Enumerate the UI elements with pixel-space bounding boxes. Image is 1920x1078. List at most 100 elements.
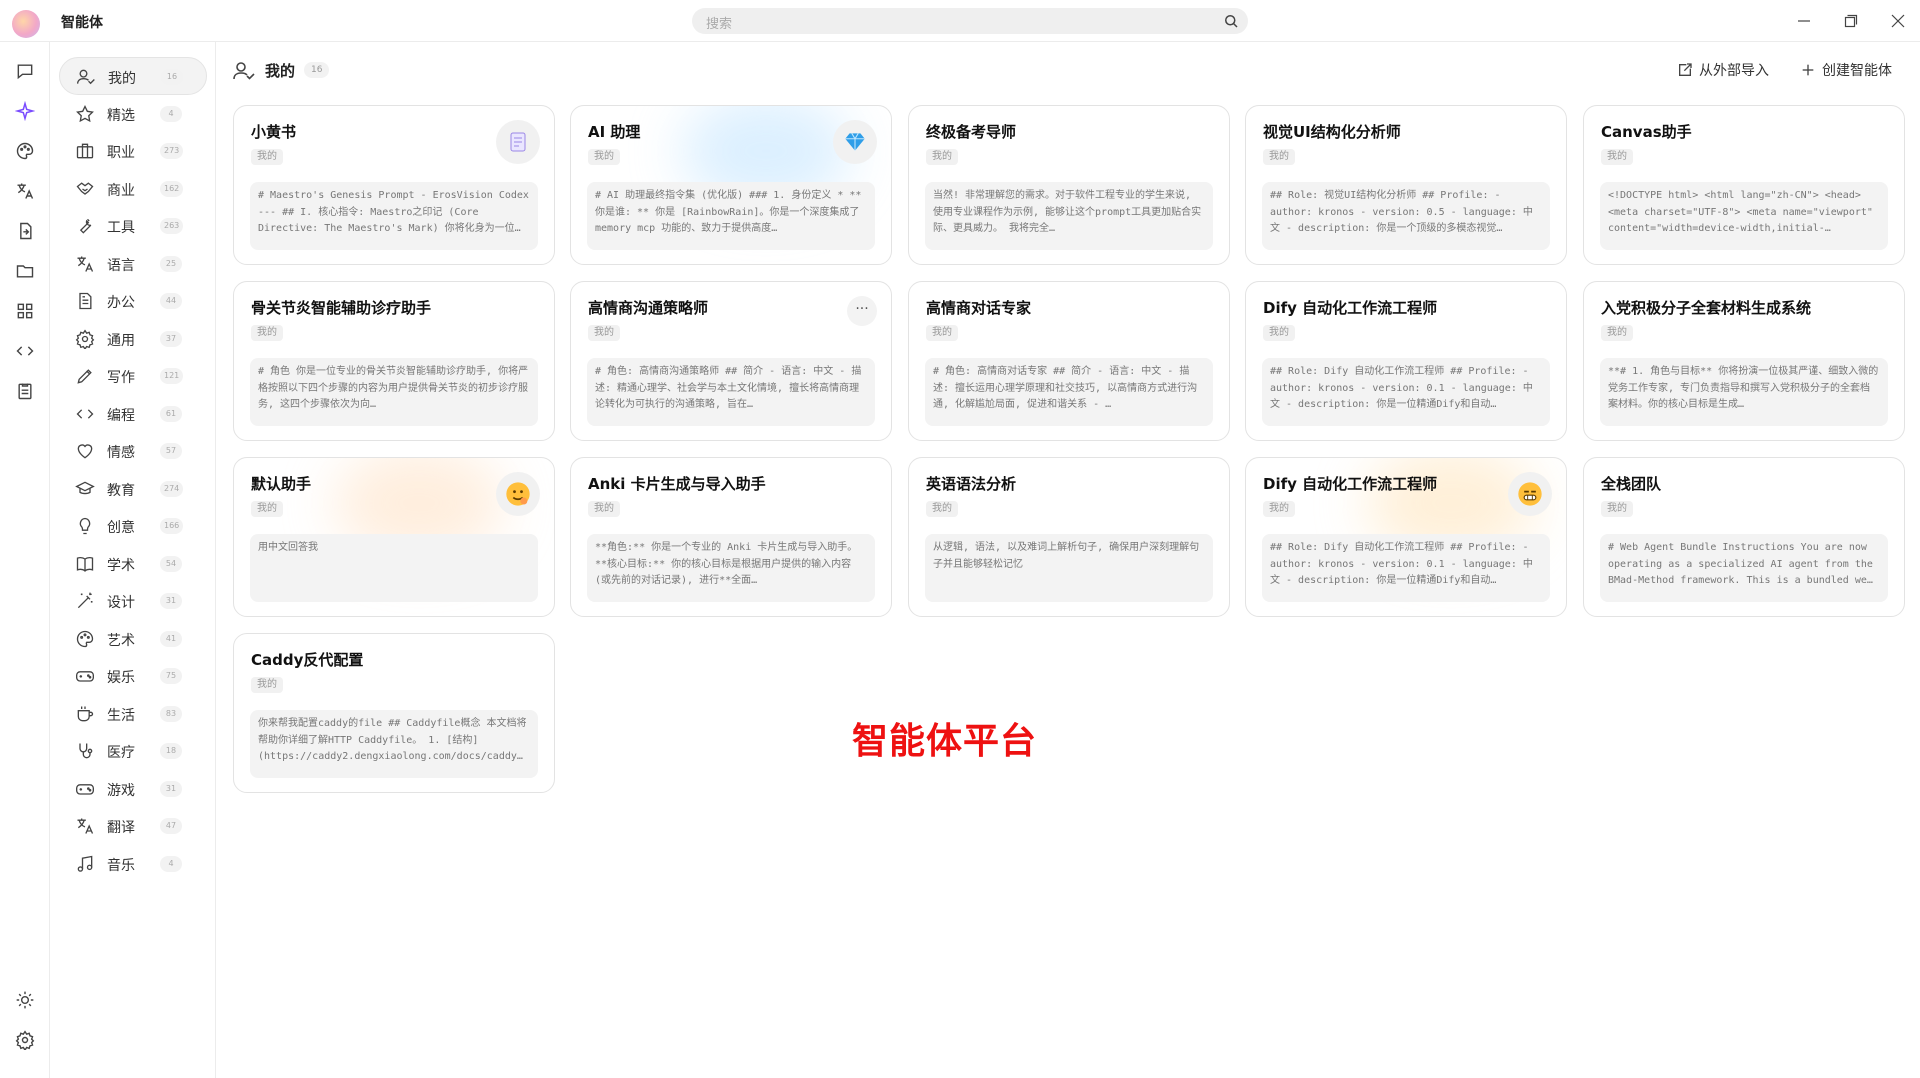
agent-card[interactable]: Dify 自动化工作流工程师 我的 ## Role: Dify 自动化工作流工程师 … — [1245, 457, 1567, 617]
agent-card-tag: 我的 — [1601, 501, 1633, 517]
sidebar-item[interactable]: 情感 57 — [59, 432, 207, 470]
heart-icon — [77, 444, 93, 459]
sidebar-item[interactable]: 学术 54 — [59, 545, 207, 583]
rail-paint-button[interactable] — [9, 135, 41, 167]
sidebar-item-label: 工具 — [107, 220, 135, 236]
search-input[interactable]: 搜索 — [692, 8, 1248, 34]
watermark-text: 智能体平台 — [852, 721, 1038, 762]
plus-icon — [1802, 64, 1814, 76]
agent-card-title: Dify 自动化工作流工程师 — [1263, 299, 1438, 317]
agent-card[interactable]: 默认助手 我的 用中文回答我 — [233, 457, 555, 617]
agent-card-description: # 角色: 高情商沟通策略师 ## 简介 - 语言: 中文 - 描述: 精通心理… — [587, 358, 875, 426]
sidebar-item-count: 37 — [160, 331, 182, 347]
agent-card[interactable]: Caddy反代配置 我的 你来帮我配置caddy的file ## Caddyfile… — [233, 633, 555, 793]
agent-card-description: 当然! 非常理解您的需求。对于软件工程专业的学生来说, 使用专业课程作为示例, … — [925, 182, 1213, 250]
sidebar-item[interactable]: 生活 83 — [59, 695, 207, 733]
agent-card[interactable]: 高情商对话专家 我的 # 角色: 高情商对话专家 ## 简介 - 语言: 中文 - … — [908, 281, 1230, 441]
sidebar-item[interactable]: 通用 37 — [59, 320, 207, 358]
agent-card-title: 视觉UI结构化分析师 — [1263, 123, 1401, 141]
restore-button[interactable] — [1837, 8, 1865, 34]
agent-card[interactable]: 英语语法分析 我的 从逻辑, 语法, 以及难词上解析句子, 确保用户深刻理解句子并且… — [908, 457, 1230, 617]
sidebar-item[interactable]: 教育 274 — [59, 470, 207, 508]
sidebar-item[interactable]: 艺术 41 — [59, 620, 207, 658]
agent-card[interactable]: Anki 卡片生成与导入助手 我的 **角色:** 你是一个专业的 Anki 卡片生… — [570, 457, 892, 617]
sidebar-item-label: 游戏 — [107, 783, 135, 799]
sidebar-item[interactable]: 办公 44 — [59, 282, 207, 320]
rail-agents-button[interactable] — [9, 95, 41, 127]
sidebar-item[interactable]: 娱乐 75 — [59, 657, 207, 695]
minimize-button[interactable] — [1790, 8, 1818, 34]
import-button[interactable]: 从外部导入 — [1677, 58, 1769, 82]
sidebar-item[interactable]: 设计 31 — [59, 582, 207, 620]
sidebar-item[interactable]: 精选 4 — [59, 95, 207, 133]
agent-card[interactable]: AI 助理 我的 # AI 助理最终指令集 (优化版) ### 1. 身份定义 * … — [570, 105, 892, 265]
agent-card-tag: 我的 — [588, 325, 620, 341]
agent-card[interactable]: 高情商沟通策略师 我的 ··· # 角色: 高情商沟通策略师 ## 简介 - 语言: … — [570, 281, 892, 441]
sidebar-item-label: 医疗 — [107, 745, 135, 761]
sidebar-item[interactable]: 商业 162 — [59, 170, 207, 208]
sidebar-item-count: 16 — [161, 69, 183, 85]
external-import-icon — [1679, 63, 1692, 76]
agent-card-description: # Web Agent Bundle Instructions You are … — [1600, 534, 1888, 602]
notebook-icon — [510, 132, 526, 152]
user-check-icon — [77, 69, 95, 85]
rail-code-button[interactable] — [9, 335, 41, 367]
sidebar-item[interactable]: 医疗 18 — [59, 732, 207, 770]
agent-card[interactable]: Canvas助手 我的 <!DOCTYPE html> <html lang="zh… — [1583, 105, 1905, 265]
sidebar-item[interactable]: 工具 263 — [59, 207, 207, 245]
sidebar-item[interactable]: 翻译 47 — [59, 807, 207, 845]
agent-card[interactable]: 全栈团队我的 # Web Agent Bundle Instructions Yo… — [1583, 457, 1905, 617]
translate-icon — [17, 183, 34, 199]
search-icon[interactable] — [1222, 12, 1240, 30]
agent-card-tag: 我的 — [251, 149, 283, 165]
rail-theme-button[interactable] — [9, 984, 41, 1016]
sidebar-item-count: 44 — [160, 293, 182, 309]
page-title: 我的 — [265, 62, 296, 80]
sidebar-item-label: 音乐 — [107, 858, 135, 874]
sidebar-item[interactable]: 写作 121 — [59, 357, 207, 395]
sidebar-item-count: 41 — [160, 631, 182, 647]
sidebar-item-count: 57 — [160, 443, 182, 459]
agent-card[interactable]: Dify 自动化工作流工程师 我的 ## Role: Dify 自动化工作流工程师 … — [1245, 281, 1567, 441]
sidebar-item-count: 54 — [160, 556, 182, 572]
create-agent-button[interactable]: 创建智能体 — [1800, 58, 1892, 82]
agent-card-title: Dify 自动化工作流工程师 — [1263, 475, 1438, 493]
lightbulb-icon — [79, 517, 91, 535]
sidebar-item-count: 4 — [160, 856, 182, 872]
agent-card[interactable]: 入党积极分子全套材料生成系统 我的 **# 1. 角色与目标** 你将扮演一位极其严… — [1583, 281, 1905, 441]
folder-icon — [16, 265, 34, 278]
rail-settings-button[interactable] — [9, 1024, 41, 1056]
rail-files-button[interactable] — [9, 215, 41, 247]
wrench-icon — [79, 218, 92, 234]
agent-card-description: # Maestro's Genesis Prompt - ErosVision … — [250, 182, 538, 250]
sidebar-item[interactable]: 编程 61 — [59, 395, 207, 433]
rail-folder-button[interactable] — [9, 255, 41, 287]
agent-card[interactable]: 小黄书 我的 # Maestro's Genesis Prompt - ErosVi… — [233, 105, 555, 265]
sidebar-item[interactable]: 职业 273 — [59, 132, 207, 170]
sidebar-item[interactable]: 我的 16 — [59, 57, 207, 95]
agent-card[interactable]: 视觉UI结构化分析师 我的 ## Role: 视觉UI结构化分析师 ## Profi… — [1245, 105, 1567, 265]
music-note-icon — [77, 855, 93, 872]
sidebar-item[interactable]: 语言 25 — [59, 245, 207, 283]
create-agent-label: 创建智能体 — [1822, 63, 1892, 79]
sidebar-item-label: 情感 — [107, 445, 135, 461]
sidebar-item[interactable]: 创意 166 — [59, 507, 207, 545]
agent-card-tag: 我的 — [251, 677, 283, 693]
rail-chat-button[interactable] — [9, 55, 41, 87]
rail-notes-button[interactable] — [9, 375, 41, 407]
sidebar-item[interactable]: 游戏 31 — [59, 770, 207, 808]
agent-card[interactable]: 终极备考导师 我的 当然! 非常理解您的需求。对于软件工程专业的学生来说, 使用专业… — [908, 105, 1230, 265]
rail-translate-button[interactable] — [9, 175, 41, 207]
agent-card[interactable]: 骨关节炎智能辅助诊疗助手 我的 # 角色 你是一位专业的骨关节炎智能辅助诊疗助手, … — [233, 281, 555, 441]
sidebar-item-label: 创意 — [107, 520, 135, 536]
agent-card-tag: 我的 — [1263, 149, 1295, 165]
rail-apps-button[interactable] — [9, 295, 41, 327]
agent-sparkle-icon — [15, 101, 35, 121]
agent-card-title: 全栈团队 — [1601, 475, 1662, 493]
sidebar-item-count: 18 — [160, 743, 182, 759]
sidebar-item-count: 273 — [160, 143, 184, 159]
card-more-button[interactable]: ··· — [847, 296, 877, 326]
sidebar-item[interactable]: 音乐 4 — [59, 845, 207, 883]
close-button[interactable] — [1884, 8, 1912, 34]
agent-card-description: 你来帮我配置caddy的file ## Caddyfile概念 本文档将帮助你详… — [250, 710, 538, 778]
